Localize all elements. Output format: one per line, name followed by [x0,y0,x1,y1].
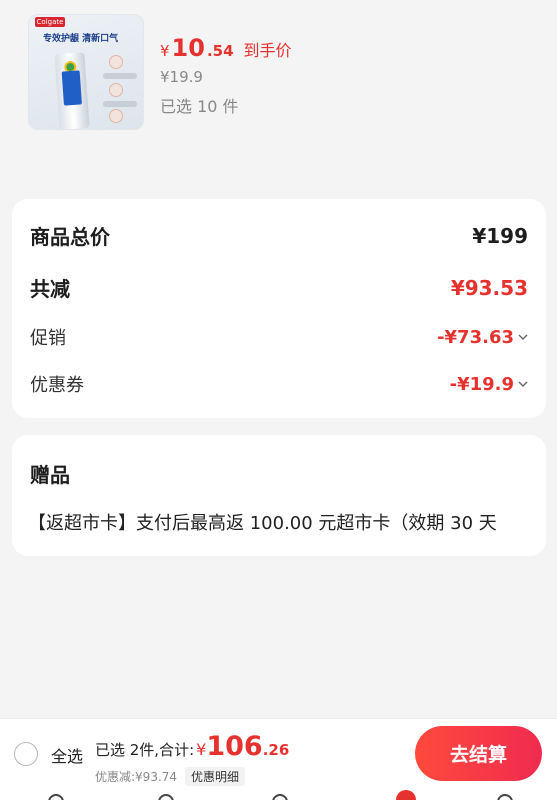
promo-value: -¥73.63 [437,326,514,348]
promo-label: 促销 [30,328,66,349]
price-summary-card: 商品总价 ¥199 共减 ¥93.53 促销 -¥73.63 优惠券 -¥19.… [12,199,546,418]
tab-icon[interactable] [158,794,174,800]
feature-icon [109,109,123,123]
coupon-value: -¥19.9 [449,373,514,395]
gift-description: 【返超市卡】支付后最高返 100.00 元超市卡（效期 30 天 [28,513,497,534]
promo-value-toggle[interactable]: -¥73.63 [437,327,528,348]
tab-icon[interactable] [272,794,288,800]
tab-bar-peek [0,790,557,800]
reduction-row: 共减 ¥93.53 [30,273,528,302]
reduction-label: 共减 [30,277,70,301]
chevron-down-icon [518,381,528,387]
feature-icon [109,55,123,69]
gift-card: 赠品 【返超市卡】支付后最高返 100.00 元超市卡（效期 30 天 [12,435,546,556]
checkout-button[interactable]: 去结算 [415,726,542,781]
chevron-down-icon [518,334,528,340]
final-price-tag: 到手价 [243,41,292,60]
selected-quantity: 已选 10 件 [160,97,239,116]
gift-title: 赠品 [30,463,70,487]
brand-logo: Colgate [35,17,65,27]
tab-icon[interactable] [48,794,64,800]
promo-row[interactable]: 促销 -¥73.63 [30,324,528,350]
discount-summary: 优惠减:¥93.74 优惠明细 [95,767,246,786]
checkout-bar: 全选 已选 2件,合计: ¥ 106 .26 优惠减:¥93.74 优惠明细 去… [0,718,557,800]
discount-detail-button[interactable]: 优惠明细 [185,767,246,786]
toothpaste-tube-illustration [54,52,90,129]
total-price-row: 商品总价 ¥199 [30,221,528,250]
product-image[interactable]: Colgate 专效护龈 清新口气 [28,14,144,130]
total-prefix: 已选 2件,合计: [95,741,195,759]
total-price-value: ¥199 [472,223,528,248]
tab-icon[interactable] [497,794,513,800]
final-price: ¥ 10 .54 到手价 [160,34,292,62]
coupon-label: 优惠券 [30,375,84,396]
total-price-label: 商品总价 [30,225,110,249]
product-image-headline: 专效护龈 清新口气 [43,34,119,44]
coupon-row[interactable]: 优惠券 -¥19.9 [30,371,528,397]
select-all-radio[interactable] [14,742,38,766]
cart-badge-icon [396,790,416,800]
total-amount: 106 [206,731,263,762]
select-all-label[interactable]: 全选 [51,743,83,767]
reduction-value: ¥93.53 [450,275,528,300]
feature-icon [109,83,123,97]
discount-text: 优惠减:¥93.74 [95,770,178,784]
coupon-value-toggle[interactable]: -¥19.9 [450,374,528,395]
order-total: 已选 2件,合计: ¥ 106 .26 [95,731,290,762]
product-item[interactable]: Colgate 专效护龈 清新口气 ¥ 10 .54 到手价 ¥19.9 已选 … [0,0,557,175]
original-price: ¥19.9 [160,68,203,86]
